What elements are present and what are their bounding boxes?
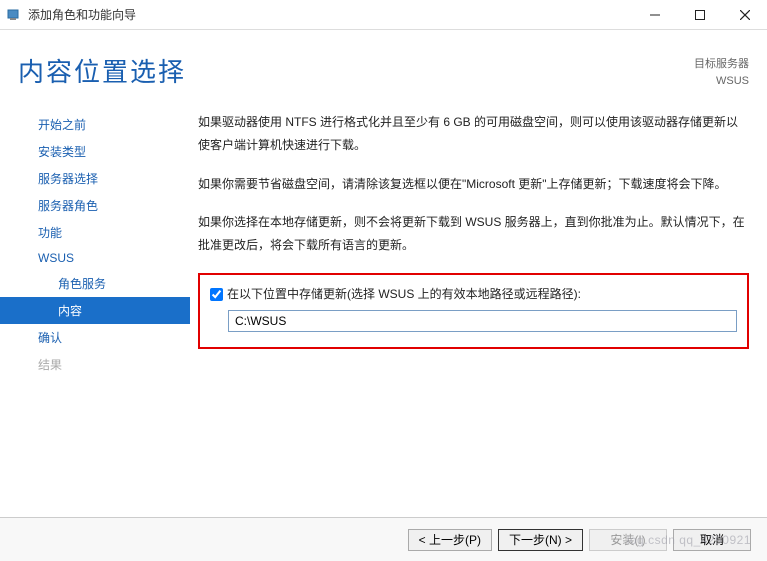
sidebar-item-wsus[interactable]: WSUS [0,246,190,270]
sidebar-item-before-begin[interactable]: 开始之前 [0,111,190,138]
previous-button[interactable]: < 上一步(P) [408,529,492,551]
storage-location-box: 在以下位置中存储更新(选择 WSUS 上的有效本地路径或远程路径): [198,273,749,349]
page-title: 内容位置选择 [18,52,186,89]
description-para-3: 如果你选择在本地存储更新，则不会将更新下载到 WSUS 服务器上，直到你批准为止… [198,211,749,257]
store-updates-checkbox[interactable] [210,288,223,301]
close-button[interactable] [722,0,767,30]
wizard-footer: < 上一步(P) 下一步(N) > 安装(I) 取消 [0,517,767,561]
sidebar-item-features[interactable]: 功能 [0,219,190,246]
description-para-2: 如果你需要节省磁盘空间，请清除该复选框以便在"Microsoft 更新"上存储更… [198,173,749,196]
sidebar-item-server-selection[interactable]: 服务器选择 [0,165,190,192]
store-path-input[interactable] [228,310,737,332]
cancel-button[interactable]: 取消 [673,529,751,551]
page-header: 内容位置选择 目标服务器 WSUS [0,30,767,111]
target-server-value: WSUS [694,73,749,90]
wizard-sidebar: 开始之前 安装类型 服务器选择 服务器角色 功能 WSUS 角色服务 内容 确认… [0,111,190,561]
description-para-1: 如果驱动器使用 NTFS 进行格式化并且至少有 6 GB 的可用磁盘空间，则可以… [198,111,749,157]
minimize-button[interactable] [632,0,677,30]
install-button: 安装(I) [589,529,667,551]
window-controls [632,0,767,30]
store-updates-label: 在以下位置中存储更新(选择 WSUS 上的有效本地路径或远程路径): [227,283,581,306]
main-content: 如果驱动器使用 NTFS 进行格式化并且至少有 6 GB 的可用磁盘空间，则可以… [190,111,767,561]
sidebar-item-results: 结果 [0,351,190,378]
sidebar-item-install-type[interactable]: 安装类型 [0,138,190,165]
title-bar: 添加角色和功能向导 [0,0,767,30]
window-title: 添加角色和功能向导 [28,6,136,23]
next-button[interactable]: 下一步(N) > [498,529,583,551]
sidebar-item-server-roles[interactable]: 服务器角色 [0,192,190,219]
sidebar-item-content[interactable]: 内容 [0,297,190,324]
app-icon [6,7,22,23]
target-server-label: 目标服务器 [694,56,749,73]
sidebar-item-role-services[interactable]: 角色服务 [0,270,190,297]
target-server-box: 目标服务器 WSUS [694,52,749,89]
maximize-button[interactable] [677,0,722,30]
sidebar-item-confirm[interactable]: 确认 [0,324,190,351]
